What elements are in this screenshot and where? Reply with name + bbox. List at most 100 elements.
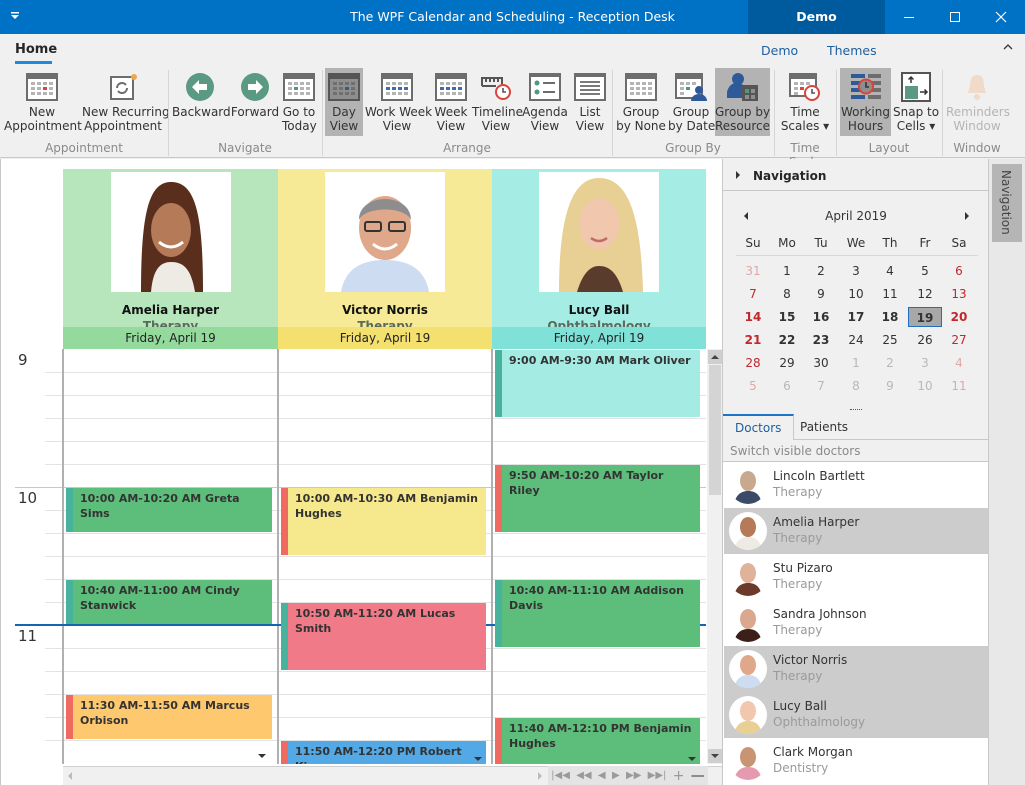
calendar-day[interactable]: 10 [839, 284, 873, 304]
calendar-day[interactable]: 8 [770, 284, 804, 304]
next-page-icon[interactable]: ▶▶ [626, 770, 641, 781]
splitter-grip[interactable] [850, 409, 862, 411]
scroll-thumb[interactable] [709, 365, 721, 495]
appointment[interactable]: 9:00 AM-9:30 AM Mark Oliver [495, 350, 700, 417]
calendar-day[interactable]: 6 [770, 376, 804, 396]
more-appointments-icon[interactable] [688, 757, 696, 761]
calendar-day[interactable]: 19 [908, 307, 942, 327]
appointment[interactable]: 11:40 AM-12:10 PM Benjamin Hughes [495, 718, 700, 764]
reminders-window-button[interactable]: Reminders Window [946, 68, 1010, 136]
first-resource-icon[interactable]: |◀◀ [551, 770, 570, 781]
appointment[interactable]: 11:30 AM-11:50 AM Marcus Orbison [66, 695, 272, 739]
appointment[interactable]: 9:50 AM-10:20 AM Taylor Riley [495, 465, 700, 532]
group-by-resource-button[interactable]: Group by Resource [715, 68, 770, 136]
week-view-button[interactable]: Week View [432, 68, 470, 136]
group-by-date-button[interactable]: Group by Date [668, 68, 715, 136]
scroll-left-icon[interactable] [63, 767, 77, 785]
calendar-day[interactable]: 4 [873, 261, 907, 281]
agenda-view-button[interactable]: Agenda View [522, 68, 568, 136]
tab-patients[interactable]: Patients [788, 414, 860, 440]
calendar-day[interactable]: 5 [908, 261, 942, 281]
minimize-button[interactable] [886, 0, 932, 34]
prev-page-icon[interactable]: ◀◀ [576, 770, 591, 781]
calendar-day[interactable]: 3 [839, 261, 873, 281]
calendar-day[interactable]: 31 [736, 261, 770, 281]
calendar-day[interactable]: 9 [804, 284, 838, 304]
demo-title-button[interactable]: Demo [748, 0, 885, 34]
last-resource-icon[interactable]: ▶▶| [648, 770, 667, 781]
navigation-side-tab[interactable]: Navigation [992, 164, 1022, 242]
doctor-list-item[interactable]: Clark Morgan Dentistry [724, 738, 989, 784]
backward-button[interactable]: Backward [172, 68, 231, 136]
day-view-button[interactable]: Day View [325, 68, 363, 136]
doctor-list-item[interactable]: Amelia Harper Therapy [724, 508, 989, 554]
calendar-day[interactable]: 28 [736, 353, 770, 373]
calendar-day[interactable]: 21 [736, 330, 770, 350]
time-grid[interactable]: 9 10 11 10:00 AM-10:20 AM Greta Sims 10:4… [1, 349, 722, 764]
appointment[interactable]: 10:50 AM-11:20 AM Lucas Smith [281, 603, 486, 670]
appointment[interactable]: 11:50 AM-12:20 PM Robert King [281, 741, 486, 764]
calendar-day[interactable]: 12 [908, 284, 942, 304]
calendar-day[interactable]: 11 [942, 376, 976, 396]
calendar-day[interactable]: 2 [873, 353, 907, 373]
calendar-day[interactable]: 2 [804, 261, 838, 281]
calendar-day[interactable]: 7 [804, 376, 838, 396]
new-recurring-appointment-button[interactable]: New Recurring Appointment [82, 68, 170, 136]
doctor-list-item[interactable]: Lucy Ball Ophthalmology [724, 692, 989, 738]
calendar-day[interactable]: 9 [873, 376, 907, 396]
time-scales-button[interactable]: Time Scales ▾ [780, 68, 830, 136]
appointment[interactable]: 10:40 AM-11:00 AM Cindy Stanwick [66, 580, 272, 624]
doctor-list-item[interactable]: Sandra Johnson Therapy [724, 600, 989, 646]
group-by-none-button[interactable]: Group by None [616, 68, 666, 136]
navigation-header[interactable]: Navigation [723, 159, 989, 191]
collapse-ribbon-icon[interactable] [1002, 42, 1014, 52]
calendar-day[interactable]: 13 [942, 284, 976, 304]
calendar-day[interactable]: 15 [770, 307, 804, 327]
appointment[interactable]: 10:40 AM-11:10 AM Addison Davis [495, 580, 700, 647]
scroll-right-icon[interactable] [533, 767, 547, 785]
calendar-day[interactable]: 29 [770, 353, 804, 373]
doctor-list-item[interactable]: Victor Norris Therapy [724, 646, 989, 692]
calendar-day[interactable]: 4 [942, 353, 976, 373]
calendar-day[interactable]: 24 [839, 330, 873, 350]
calendar-day[interactable]: 16 [804, 307, 838, 327]
calendar-day[interactable]: 23 [804, 330, 838, 350]
tab-home[interactable]: Home [15, 42, 57, 57]
new-appointment-button[interactable]: New Appointment [4, 68, 82, 136]
next-month-icon[interactable] [965, 212, 969, 220]
calendar-day[interactable]: 1 [770, 261, 804, 281]
calendar-day[interactable]: 6 [942, 261, 976, 281]
list-view-button[interactable]: List View [571, 68, 609, 136]
calendar-day[interactable]: 27 [942, 330, 976, 350]
appointment[interactable]: 10:00 AM-10:30 AM Benjamin Hughes [281, 488, 486, 555]
maximize-button[interactable] [932, 0, 978, 34]
calendar-day[interactable]: 14 [736, 307, 770, 327]
more-appointments-icon[interactable] [474, 757, 482, 761]
calendar-day[interactable]: 1 [839, 353, 873, 373]
calendar-day[interactable]: 3 [908, 353, 942, 373]
calendar-day[interactable]: 18 [873, 307, 907, 327]
timeline-view-button[interactable]: Timeline View [472, 68, 523, 136]
go-to-today-button[interactable]: Go to Today [282, 68, 317, 136]
tab-doctors[interactable]: Doctors [723, 414, 795, 440]
working-hours-button[interactable]: Working Hours [840, 68, 891, 136]
scroll-down-button[interactable] [708, 749, 722, 763]
work-week-view-button[interactable]: Work Week View [365, 68, 432, 136]
add-resource-icon[interactable]: + [673, 768, 685, 784]
tab-themes[interactable]: Themes [827, 43, 877, 58]
next-resource-icon[interactable]: ▶ [612, 770, 620, 781]
snap-to-cells-button[interactable]: Snap to Cells ▾ [893, 68, 939, 136]
doctor-list-item[interactable]: Stu Pizaro Therapy [724, 554, 989, 600]
tab-demo[interactable]: Demo [761, 43, 798, 58]
calendar-day[interactable]: 5 [736, 376, 770, 396]
vertical-scrollbar[interactable] [707, 349, 722, 764]
calendar-day[interactable]: 8 [839, 376, 873, 396]
calendar-day[interactable]: 11 [873, 284, 907, 304]
forward-button[interactable]: Forward [230, 68, 280, 136]
more-appointments-button[interactable] [256, 747, 270, 761]
prev-resource-icon[interactable]: ◀ [598, 770, 606, 781]
calendar-day[interactable]: 20 [942, 307, 976, 327]
calendar-day[interactable]: 25 [873, 330, 907, 350]
calendar-day[interactable]: 17 [839, 307, 873, 327]
calendar-day[interactable]: 22 [770, 330, 804, 350]
